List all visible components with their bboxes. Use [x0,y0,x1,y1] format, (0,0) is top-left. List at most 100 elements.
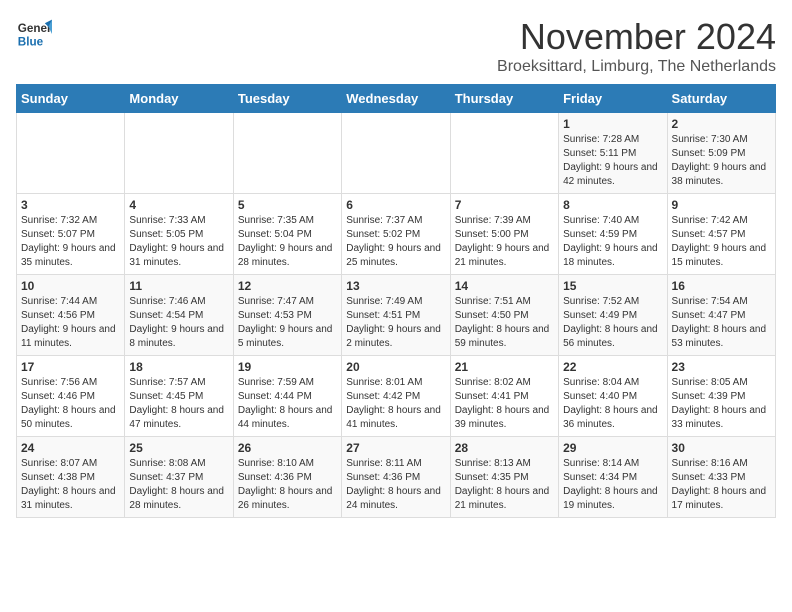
day-number: 17 [21,360,120,374]
day-number: 16 [672,279,771,293]
day-info: Sunrise: 8:05 AM Sunset: 4:39 PM Dayligh… [672,376,771,432]
svg-text:Blue: Blue [18,36,44,49]
month-title: November 2024 [497,16,776,58]
day-number: 30 [672,441,771,455]
calendar-cell [450,113,558,194]
week-row-1: 1 Sunrise: 7:28 AM Sunset: 5:11 PM Daylig… [17,113,776,194]
column-header-saturday: Saturday [667,85,775,113]
day-number: 2 [672,117,771,131]
calendar-cell [342,113,450,194]
calendar-cell: 16 Sunrise: 7:54 AM Sunset: 4:47 PM Dayli… [667,275,775,356]
calendar-cell: 7 Sunrise: 7:39 AM Sunset: 5:00 PM Daylig… [450,194,558,275]
day-info: Sunrise: 7:52 AM Sunset: 4:49 PM Dayligh… [563,295,662,351]
day-info: Sunrise: 7:33 AM Sunset: 5:05 PM Dayligh… [129,214,228,270]
day-number: 14 [455,279,554,293]
calendar-cell: 13 Sunrise: 7:49 AM Sunset: 4:51 PM Dayli… [342,275,450,356]
day-number: 21 [455,360,554,374]
day-number: 7 [455,198,554,212]
calendar-cell: 30 Sunrise: 8:16 AM Sunset: 4:33 PM Dayli… [667,437,775,518]
logo-icon: General Blue [16,16,52,52]
column-header-tuesday: Tuesday [233,85,341,113]
day-number: 18 [129,360,228,374]
day-info: Sunrise: 7:35 AM Sunset: 5:04 PM Dayligh… [238,214,337,270]
day-number: 3 [21,198,120,212]
day-info: Sunrise: 7:56 AM Sunset: 4:46 PM Dayligh… [21,376,120,432]
calendar-cell: 1 Sunrise: 7:28 AM Sunset: 5:11 PM Daylig… [559,113,667,194]
calendar-body: 1 Sunrise: 7:28 AM Sunset: 5:11 PM Daylig… [17,113,776,518]
day-info: Sunrise: 8:10 AM Sunset: 4:36 PM Dayligh… [238,457,337,513]
day-info: Sunrise: 7:59 AM Sunset: 4:44 PM Dayligh… [238,376,337,432]
calendar-header: SundayMondayTuesdayWednesdayThursdayFrid… [17,85,776,113]
day-info: Sunrise: 8:11 AM Sunset: 4:36 PM Dayligh… [346,457,445,513]
calendar-cell: 4Sunrise: 7:33 AM Sunset: 5:05 PM Daylig… [125,194,233,275]
day-info: Sunrise: 7:39 AM Sunset: 5:00 PM Dayligh… [455,214,554,270]
day-number: 10 [21,279,120,293]
calendar-cell: 26Sunrise: 8:10 AM Sunset: 4:36 PM Dayli… [233,437,341,518]
calendar-cell: 10 Sunrise: 7:44 AM Sunset: 4:56 PM Dayli… [17,275,125,356]
column-header-sunday: Sunday [17,85,125,113]
calendar-cell: 15 Sunrise: 7:52 AM Sunset: 4:49 PM Dayli… [559,275,667,356]
calendar-cell: 24Sunrise: 8:07 AM Sunset: 4:38 PM Dayli… [17,437,125,518]
header-row: SundayMondayTuesdayWednesdayThursdayFrid… [17,85,776,113]
day-number: 1 [563,117,662,131]
day-info: Sunrise: 7:51 AM Sunset: 4:50 PM Dayligh… [455,295,554,351]
calendar-cell: 23 Sunrise: 8:05 AM Sunset: 4:39 PM Dayli… [667,356,775,437]
week-row-4: 17 Sunrise: 7:56 AM Sunset: 4:46 PM Dayli… [17,356,776,437]
day-info: Sunrise: 7:32 AM Sunset: 5:07 PM Dayligh… [21,214,120,270]
calendar-cell: 27Sunrise: 8:11 AM Sunset: 4:36 PM Dayli… [342,437,450,518]
column-header-thursday: Thursday [450,85,558,113]
calendar-cell: 22 Sunrise: 8:04 AM Sunset: 4:40 PM Dayli… [559,356,667,437]
day-number: 13 [346,279,445,293]
calendar-cell: 18 Sunrise: 7:57 AM Sunset: 4:45 PM Dayli… [125,356,233,437]
day-info: Sunrise: 7:47 AM Sunset: 4:53 PM Dayligh… [238,295,337,351]
day-info: Sunrise: 8:01 AM Sunset: 4:42 PM Dayligh… [346,376,445,432]
day-info: Sunrise: 7:49 AM Sunset: 4:51 PM Dayligh… [346,295,445,351]
day-info: Sunrise: 7:42 AM Sunset: 4:57 PM Dayligh… [672,214,771,270]
day-info: Sunrise: 7:57 AM Sunset: 4:45 PM Dayligh… [129,376,228,432]
calendar-cell: 3 Sunrise: 7:32 AM Sunset: 5:07 PM Daylig… [17,194,125,275]
header: General Blue November 2024 Broeksittard,… [16,16,776,76]
week-row-5: 24Sunrise: 8:07 AM Sunset: 4:38 PM Dayli… [17,437,776,518]
day-number: 12 [238,279,337,293]
calendar-cell: 29Sunrise: 8:14 AM Sunset: 4:34 PM Dayli… [559,437,667,518]
calendar-cell: 11Sunrise: 7:46 AM Sunset: 4:54 PM Dayli… [125,275,233,356]
calendar-cell: 12 Sunrise: 7:47 AM Sunset: 4:53 PM Dayli… [233,275,341,356]
calendar-table: SundayMondayTuesdayWednesdayThursdayFrid… [16,84,776,518]
day-info: Sunrise: 7:37 AM Sunset: 5:02 PM Dayligh… [346,214,445,270]
day-number: 29 [563,441,662,455]
calendar-cell: 19 Sunrise: 7:59 AM Sunset: 4:44 PM Dayli… [233,356,341,437]
calendar-cell [17,113,125,194]
day-number: 9 [672,198,771,212]
day-info: Sunrise: 7:40 AM Sunset: 4:59 PM Dayligh… [563,214,662,270]
day-number: 22 [563,360,662,374]
day-info: Sunrise: 8:02 AM Sunset: 4:41 PM Dayligh… [455,376,554,432]
day-info: Sunrise: 7:28 AM Sunset: 5:11 PM Dayligh… [563,133,662,189]
calendar-cell: 20 Sunrise: 8:01 AM Sunset: 4:42 PM Dayli… [342,356,450,437]
day-info: Sunrise: 7:46 AM Sunset: 4:54 PM Dayligh… [129,295,228,351]
day-number: 8 [563,198,662,212]
day-number: 5 [238,198,337,212]
day-info: Sunrise: 7:54 AM Sunset: 4:47 PM Dayligh… [672,295,771,351]
day-number: 24 [21,441,120,455]
day-number: 19 [238,360,337,374]
day-number: 28 [455,441,554,455]
calendar-cell [233,113,341,194]
day-number: 25 [129,441,228,455]
day-number: 23 [672,360,771,374]
column-header-wednesday: Wednesday [342,85,450,113]
week-row-3: 10 Sunrise: 7:44 AM Sunset: 4:56 PM Dayli… [17,275,776,356]
day-info: Sunrise: 8:13 AM Sunset: 4:35 PM Dayligh… [455,457,554,513]
day-number: 20 [346,360,445,374]
week-row-2: 3 Sunrise: 7:32 AM Sunset: 5:07 PM Daylig… [17,194,776,275]
day-info: Sunrise: 7:44 AM Sunset: 4:56 PM Dayligh… [21,295,120,351]
calendar-cell: 17 Sunrise: 7:56 AM Sunset: 4:46 PM Dayli… [17,356,125,437]
column-header-friday: Friday [559,85,667,113]
day-info: Sunrise: 7:30 AM Sunset: 5:09 PM Dayligh… [672,133,771,189]
calendar-cell: 25 Sunrise: 8:08 AM Sunset: 4:37 PM Dayli… [125,437,233,518]
day-info: Sunrise: 8:16 AM Sunset: 4:33 PM Dayligh… [672,457,771,513]
location-title: Broeksittard, Limburg, The Netherlands [497,58,776,76]
day-info: Sunrise: 8:08 AM Sunset: 4:37 PM Dayligh… [129,457,228,513]
day-info: Sunrise: 8:04 AM Sunset: 4:40 PM Dayligh… [563,376,662,432]
calendar-cell: 8 Sunrise: 7:40 AM Sunset: 4:59 PM Daylig… [559,194,667,275]
day-number: 15 [563,279,662,293]
